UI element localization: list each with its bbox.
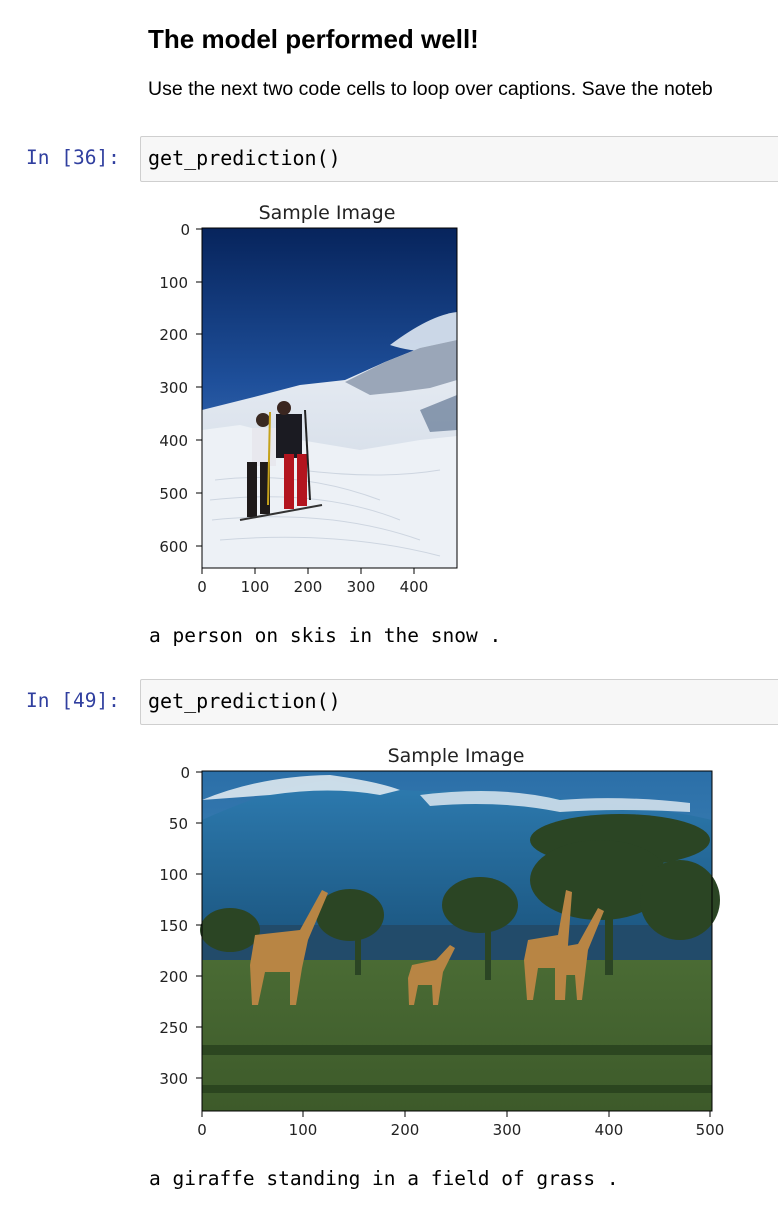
sample-image-giraffe [200, 771, 720, 1111]
y-tick-label: 0 [180, 221, 190, 239]
x-tick-label: 300 [347, 578, 376, 596]
y-tick-label: 500 [159, 485, 188, 503]
code-text: get_prediction() [148, 146, 341, 170]
y-tick-label: 300 [159, 1070, 188, 1088]
code-cell-input-49[interactable]: get_prediction() [140, 679, 778, 725]
x-tick-label: 500 [696, 1121, 725, 1139]
plot-title: Sample Image [388, 745, 525, 767]
y-tick-label: 100 [159, 274, 188, 292]
y-tick-label: 300 [159, 379, 188, 397]
x-tick-label: 0 [197, 1121, 207, 1139]
markdown-heading: The model performed well! [148, 24, 479, 54]
sample-image-ski [202, 228, 457, 568]
y-tick-label: 600 [159, 538, 188, 556]
y-tick-label: 150 [159, 917, 188, 935]
x-tick-label: 400 [400, 578, 429, 596]
plot-title: Sample Image [259, 202, 396, 224]
x-tick-label: 100 [241, 578, 270, 596]
x-tick-label: 200 [294, 578, 323, 596]
x-tick-label: 200 [391, 1121, 420, 1139]
y-tick-label: 250 [159, 1019, 188, 1037]
y-tick-label: 0 [180, 764, 190, 782]
x-tick-label: 100 [289, 1121, 318, 1139]
y-tick-label: 200 [159, 326, 188, 344]
x-tick-label: 400 [595, 1121, 624, 1139]
code-text: get_prediction() [148, 689, 341, 713]
caption-output-36: a person on skis in the snow . [149, 624, 502, 647]
cell-prompt-49: In [49]: [26, 689, 120, 712]
caption-output-49: a giraffe standing in a field of grass . [149, 1167, 619, 1190]
markdown-text: Use the next two code cells to loop over… [148, 78, 713, 100]
y-tick-label: 50 [169, 815, 188, 833]
x-tick-label: 0 [197, 578, 207, 596]
cell-prompt-36: In [36]: [26, 146, 120, 169]
y-tick-label: 200 [159, 968, 188, 986]
plot-output-36: Sample Image 0 100 200 300 400 500 600 0… [159, 202, 725, 1139]
code-cell-input-36[interactable]: get_prediction() [140, 136, 778, 182]
y-tick-label: 100 [159, 866, 188, 884]
y-tick-label: 400 [159, 432, 188, 450]
x-tick-label: 300 [493, 1121, 522, 1139]
